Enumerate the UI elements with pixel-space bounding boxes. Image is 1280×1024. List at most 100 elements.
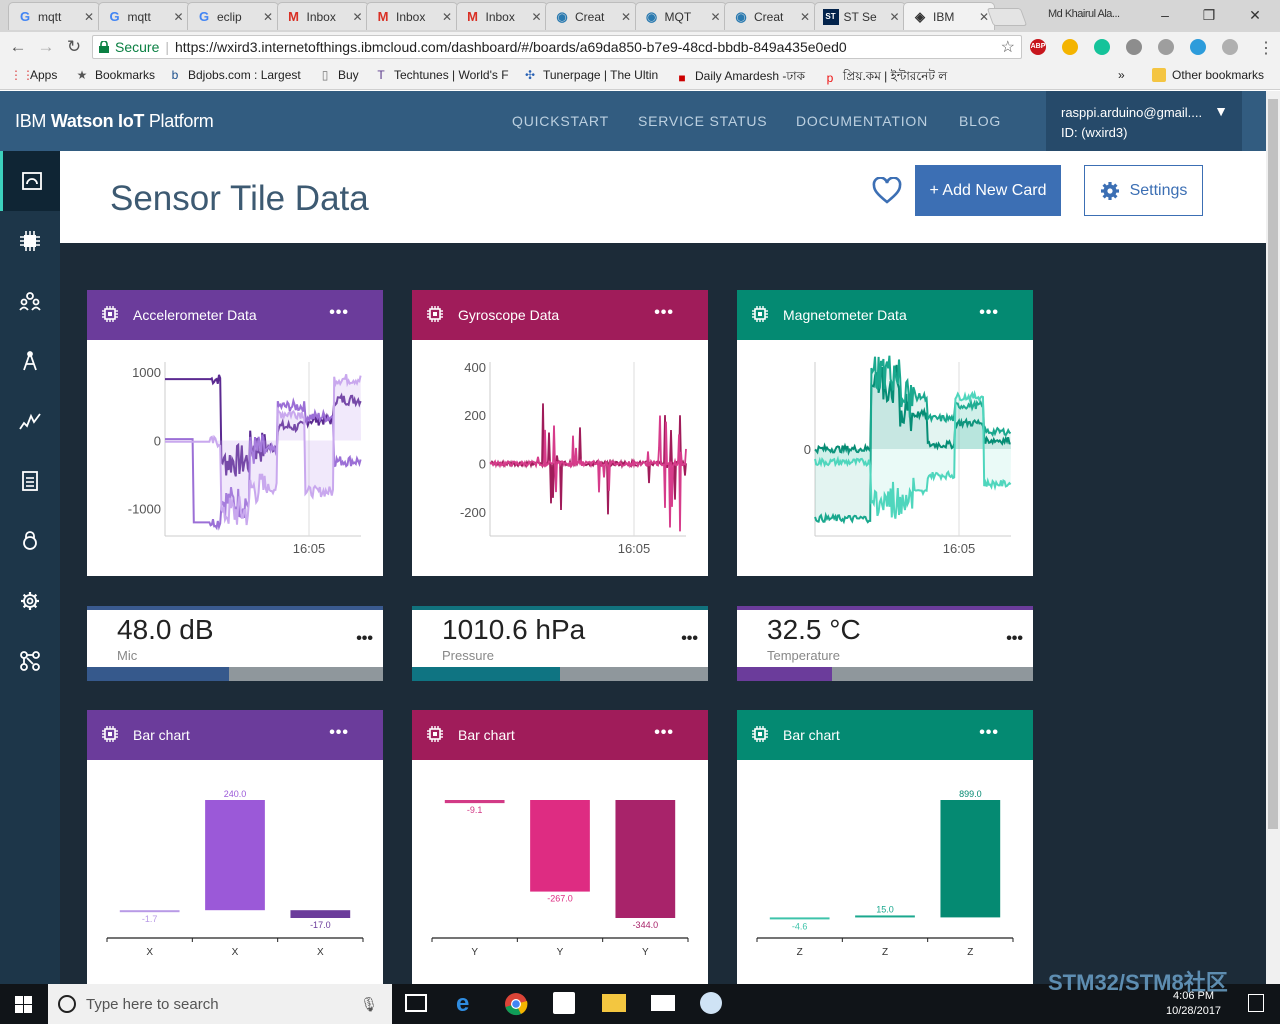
close-tab-icon[interactable]: ✕ [173,10,185,24]
back-icon[interactable]: ← [4,33,32,61]
user-menu[interactable]: rasppi.arduino@gmail.... ID: (wxird3) ▼ [1046,91,1242,151]
pressure-value-card[interactable]: 1010.6 hPa Pressure ••• [412,606,708,681]
usage-icon[interactable] [0,391,60,451]
browser-tab[interactable]: ◉ Creat ✕ [545,2,637,30]
bookmark-item[interactable]: b Bdjobs.com : Largest [168,68,301,82]
browser-tab[interactable]: ◉ MQT ✕ [634,2,727,30]
close-tab-icon[interactable]: ✕ [262,10,274,24]
bookmark-item[interactable]: ■ Daily Amardesh -ঢাক [675,68,805,88]
gyroscope-card[interactable]: Gyroscope Data ••• 400 200 0 -200 16:05 [412,290,708,576]
chrome-menu-icon[interactable]: ⋮ [1258,38,1274,58]
add-new-card-button[interactable]: + Add New Card [915,165,1061,216]
taskbar-search[interactable]: Type here to search 🎙 [48,984,392,1024]
card-menu-icon[interactable]: ••• [979,304,999,322]
microphone-icon[interactable]: 🎙 [360,996,378,1013]
bar[interactable] [290,910,351,918]
page-scrollbar[interactable] [1266,91,1280,984]
card-menu-icon[interactable]: ••• [654,304,674,322]
boards-icon[interactable] [0,151,60,211]
bookmark-item[interactable]: ✣ Tunerpage | The Ultin [523,68,658,82]
accelerometer-card[interactable]: Accelerometer Data ••• 1000 0 -1000 16:05 [87,290,383,576]
close-window-icon[interactable]: ✕ [1240,4,1270,26]
store-icon[interactable] [553,992,575,1014]
close-tab-icon[interactable]: ✕ [620,10,632,24]
nav-service-status[interactable]: SERVICE STATUS [638,113,767,129]
card-menu-icon[interactable]: ••• [356,630,373,648]
card-menu-icon[interactable]: ••• [1006,630,1023,648]
bar-chart-y-card[interactable]: Bar chart ••• -9.1 Y -267.0 Y -344.0 Y [412,710,708,984]
close-tab-icon[interactable]: ✕ [352,10,364,24]
card-menu-icon[interactable]: ••• [329,724,349,742]
bar[interactable] [615,800,676,918]
rules-icon[interactable] [0,331,60,391]
close-tab-icon[interactable]: ✕ [83,10,95,24]
card-menu-icon[interactable]: ••• [654,724,674,742]
nav-documentation[interactable]: DOCUMENTATION [796,113,928,129]
edge-icon[interactable]: e [456,990,469,1018]
bar[interactable] [444,800,505,804]
reload-icon[interactable]: ↻ [60,33,88,61]
nav-blog[interactable]: BLOG [959,113,1001,129]
forward-icon[interactable]: → [32,33,60,61]
bar[interactable] [855,915,915,918]
mail-icon[interactable] [1222,39,1238,55]
paint-icon[interactable] [700,992,722,1014]
browser-tab[interactable]: M Inbox ✕ [366,2,458,30]
bar[interactable] [530,800,590,892]
cloud-icon[interactable] [1190,39,1206,55]
browser-tab[interactable]: ◈ IBM ✕ [903,2,995,30]
bookmark-item[interactable]: p প্রিয়.কম | ইন্টারনেট ল [823,68,948,88]
grammarly-icon[interactable] [1094,39,1110,55]
chrome-icon[interactable] [504,992,528,1016]
bar[interactable] [940,800,1001,918]
mail-app-icon[interactable] [651,995,675,1011]
card-menu-icon[interactable]: ••• [979,724,999,742]
close-tab-icon[interactable]: ✕ [441,10,453,24]
windows-start-icon[interactable] [15,996,32,1013]
nav-quickstart[interactable]: QUICKSTART [512,113,609,129]
favorite-heart-icon[interactable] [872,177,902,205]
close-tab-icon[interactable]: ✕ [531,10,543,24]
card-menu-icon[interactable]: ••• [681,630,698,648]
bar-chart-x-card[interactable]: Bar chart ••• -1.7 X 240.0 X -17.0 X [87,710,383,984]
bookmark-item[interactable]: ★ Bookmarks [75,68,155,82]
bar[interactable] [119,910,180,913]
security-icon[interactable] [0,511,60,571]
coin-icon[interactable] [1062,39,1078,55]
settings-icon[interactable] [0,571,60,631]
bookmark-item[interactable]: ⋮⋮ Apps [10,68,57,82]
other-bookmarks[interactable]: Other bookmarks [1152,68,1264,82]
profile-name[interactable]: Md Khairul Ala... [1048,8,1120,20]
bar-chart-z-card[interactable]: Bar chart ••• -4.6 Z 15.0 Z 899.0 Z [737,710,1033,984]
browser-tab[interactable]: Geclip ✕ [187,2,279,30]
new-tab-button[interactable] [986,8,1028,26]
scrollbar-thumb[interactable] [1268,99,1278,829]
bookmarks-overflow[interactable]: » [1118,68,1125,82]
bookmark-item[interactable]: T Techtunes | World's F [374,68,508,82]
close-tab-icon[interactable]: ✕ [710,10,722,24]
inbox-icon[interactable] [1158,39,1174,55]
bar[interactable] [769,917,830,920]
url-field[interactable]: Secure | https://wxird3.internetofthings… [92,35,1022,59]
brand-logo[interactable]: IBM Watson IoT Platform [15,111,214,132]
minimize-icon[interactable]: – [1150,4,1180,26]
extensions-icon[interactable] [0,631,60,691]
devices-icon[interactable] [0,211,60,271]
bookmark-star-icon[interactable]: ☆ [1001,37,1015,57]
bar[interactable] [205,800,265,911]
bookmark-item[interactable]: ▯ Buy [318,68,359,82]
mic-value-card[interactable]: 48.0 dB Mic ••• [87,606,383,681]
adblock-icon[interactable]: ABP [1030,39,1046,55]
close-tab-icon[interactable]: ✕ [799,10,811,24]
temperature-value-card[interactable]: 32.5 °C Temperature ••• [737,606,1033,681]
browser-tab[interactable]: Gmqtt ✕ [8,2,100,30]
card-menu-icon[interactable]: ••• [329,304,349,322]
settings-button[interactable]: Settings [1084,165,1203,216]
browser-tab[interactable]: M Inbox ✕ [276,2,369,30]
browser-tab[interactable]: Gmqtt ✕ [97,2,190,30]
browser-tab[interactable]: ◉ Creat ✕ [724,2,816,30]
maximize-icon[interactable]: ❐ [1194,4,1224,26]
file-explorer-icon[interactable] [602,994,626,1012]
notifications-icon[interactable] [1248,994,1264,1012]
close-tab-icon[interactable]: ✕ [889,10,901,24]
